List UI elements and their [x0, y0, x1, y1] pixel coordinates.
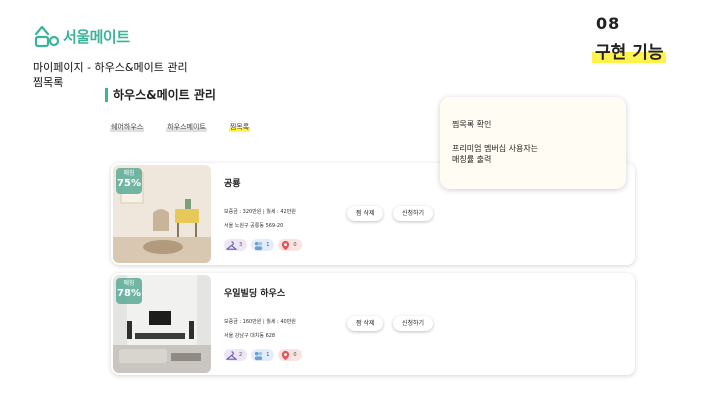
house-stats: 3 1 0 [224, 239, 302, 251]
apply-button[interactable]: 신청하기 [393, 206, 434, 221]
remove-wishlist-button[interactable]: 찜 삭제 [347, 316, 384, 331]
breadcrumb: 마이페이지 - 하우스&메이트 관리 찜목록 [33, 60, 188, 90]
stat-location: 0 [278, 349, 302, 361]
stat-hanger: 3 [224, 239, 248, 251]
stat-people: 1 [251, 349, 275, 361]
stat-hanger: 2 [224, 349, 248, 361]
stat-value: 3 [239, 242, 243, 248]
match-rate: 78% [117, 288, 141, 299]
annotation-callout: 찜목록 확인 프리미엄 멤버십 사용자는 매칭률 출력 [440, 97, 626, 189]
page-title: 하우스&메이트 관리 [105, 88, 216, 102]
house-stats: 2 1 0 [224, 349, 302, 361]
callout-text: 프리미엄 멤버십 사용자는 [452, 144, 539, 153]
wishlist-card[interactable]: 매칭 78% 우일빌딩 하우스 보증금 : 160만원 | 월세 : 40만원 … [111, 273, 635, 375]
slide-number: 08 [596, 14, 621, 33]
house-name: 우일빌딩 하우스 [224, 289, 286, 299]
match-badge: 매칭 75% [116, 168, 142, 194]
apply-button[interactable]: 신청하기 [393, 316, 434, 331]
hanger-icon [226, 350, 237, 360]
house-photo: 매칭 78% [113, 275, 211, 373]
stat-value: 0 [293, 352, 297, 358]
tab-wishlist[interactable]: 찜목록 [228, 122, 251, 132]
location-pin-icon [282, 350, 290, 360]
logo-icon [34, 25, 59, 48]
stat-value: 2 [239, 352, 243, 358]
brand-logo[interactable]: 서울메이트 [33, 24, 130, 48]
stat-value: 1 [266, 352, 270, 358]
house-address: 서울 노원구 공릉동 569-20 [224, 223, 284, 229]
match-badge: 매칭 78% [116, 278, 142, 304]
breadcrumb-path: 마이페이지 - 하우스&메이트 관리 [33, 61, 188, 74]
house-price: 보증금 : 160만원 | 월세 : 40만원 [224, 319, 296, 325]
match-badge-label: 매칭 [123, 170, 135, 177]
tab-housemate[interactable]: 하우스메이트 [166, 122, 207, 132]
house-address: 서울 강남구 대치동 628 [224, 333, 276, 339]
tab-bar: 쉐어하우스 하우스메이트 찜목록 [110, 122, 251, 132]
callout-text: 매칭률 출력 [452, 155, 492, 164]
stat-value: 0 [293, 242, 297, 248]
callout-title: 찜목록 확인 [452, 120, 492, 129]
people-icon [255, 351, 263, 360]
brand-name: 서울메이트 [63, 27, 130, 46]
remove-wishlist-button[interactable]: 찜 삭제 [347, 206, 384, 221]
match-rate: 75% [117, 178, 141, 189]
location-pin-icon [282, 240, 290, 250]
hanger-icon [226, 240, 237, 250]
house-photo: 매칭 75% [113, 165, 211, 263]
stat-people: 1 [251, 239, 275, 251]
house-price: 보증금 : 320만원 | 월세 : 42만원 [224, 209, 296, 215]
stat-location: 0 [278, 239, 302, 251]
stat-value: 1 [266, 242, 270, 248]
tab-sharehouse[interactable]: 쉐어하우스 [110, 122, 145, 132]
slide-title: 구현 기능 [592, 38, 667, 63]
house-name: 공룡 [224, 179, 241, 189]
people-icon [255, 241, 263, 250]
match-badge-label: 매칭 [123, 280, 135, 287]
